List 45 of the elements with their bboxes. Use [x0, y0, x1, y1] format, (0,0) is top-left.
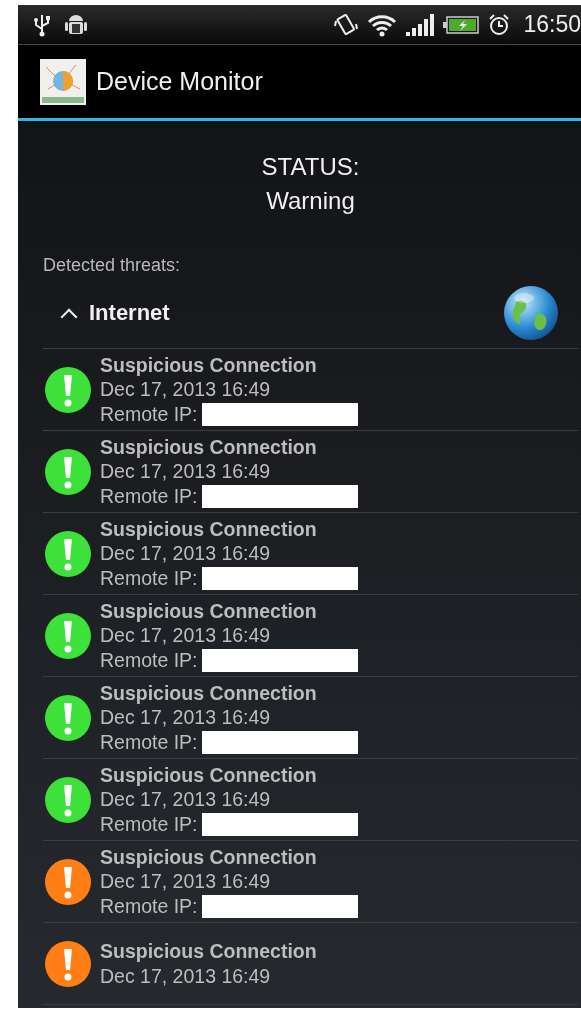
remote-ip-label: Remote IP: — [100, 811, 198, 837]
threat-item[interactable]: Suspicious Connection Dec 17, 2013 16:49 Remote IP: — [43, 759, 578, 841]
threat-item[interactable]: Suspicious Connection Dec 17, 2013 16:49 Remote IP: — [43, 349, 578, 431]
threat-title: Suspicious Connection — [100, 762, 318, 788]
threat-title: Suspicious Connection — [100, 680, 318, 706]
threat-date: Dec 17, 2013 16:49 — [100, 541, 272, 566]
battery-icon — [443, 14, 480, 35]
status-value: Warning — [266, 187, 355, 215]
app-logo-icon — [40, 58, 86, 105]
threat-title: Suspicious Connection — [100, 352, 318, 378]
threat-title: Suspicious Connection — [100, 516, 318, 542]
section-header[interactable]: Internet — [43, 278, 578, 348]
threat-title: Suspicious Connection — [100, 939, 317, 964]
threat-title: Suspicious Connection — [100, 434, 318, 460]
section-label: Detected threats: — [43, 255, 182, 276]
threat-item[interactable]: Suspicious Connection Dec 17, 2013 16:49 Remote IP: — [43, 677, 578, 759]
threat-item[interactable]: Suspicious Connection Dec 17, 2013 16:49 Remote IP: — [43, 431, 578, 513]
remote-ip-label: Remote IP: — [100, 647, 198, 673]
remote-ip-label: Remote IP: — [100, 893, 198, 919]
threat-date: Dec 17, 2013 16:49 — [100, 377, 272, 402]
remote-ip-label: Remote IP: — [100, 565, 198, 591]
threat-item[interactable]: Suspicious Connection Dec 17, 2013 16:49 Remote IP: — [43, 841, 578, 923]
app-title: Device Monitor — [96, 67, 263, 96]
threat-item[interactable]: Suspicious Connection Dec 17, 2013 16:49 Remote IP: — [43, 595, 578, 677]
status-label: STATUS: — [261, 153, 360, 181]
threat-date: Dec 17, 2013 16:49 — [100, 869, 272, 894]
section-title: Internet — [89, 300, 171, 326]
threat-title: Suspicious Connection — [100, 844, 318, 870]
threat-date: Dec 17, 2013 16:49 — [100, 963, 272, 988]
signal-icon — [405, 12, 436, 37]
remote-ip-label: Remote IP: — [100, 729, 198, 755]
threat-title: Suspicious Connection — [100, 598, 318, 624]
clock-time: 16:50 — [523, 11, 581, 38]
remote-ip-label: Remote IP: — [100, 483, 198, 509]
threat-date: Dec 17, 2013 16:49 — [100, 459, 272, 484]
wifi-icon — [367, 12, 398, 37]
threat-date: Dec 17, 2013 16:49 — [100, 623, 272, 648]
usb-icon — [32, 12, 52, 37]
threat-item[interactable]: Suspicious Connection Dec 17, 2013 16:49 — [43, 923, 578, 1005]
globe-icon — [502, 284, 560, 342]
threat-date: Dec 17, 2013 16:49 — [100, 787, 272, 812]
vibrate-icon — [333, 12, 360, 37]
remote-ip-label: Remote IP: — [100, 401, 198, 427]
threat-item[interactable]: Suspicious Connection Dec 17, 2013 16:49 Remote IP: — [43, 513, 578, 595]
threat-date: Dec 17, 2013 16:49 — [100, 705, 272, 730]
